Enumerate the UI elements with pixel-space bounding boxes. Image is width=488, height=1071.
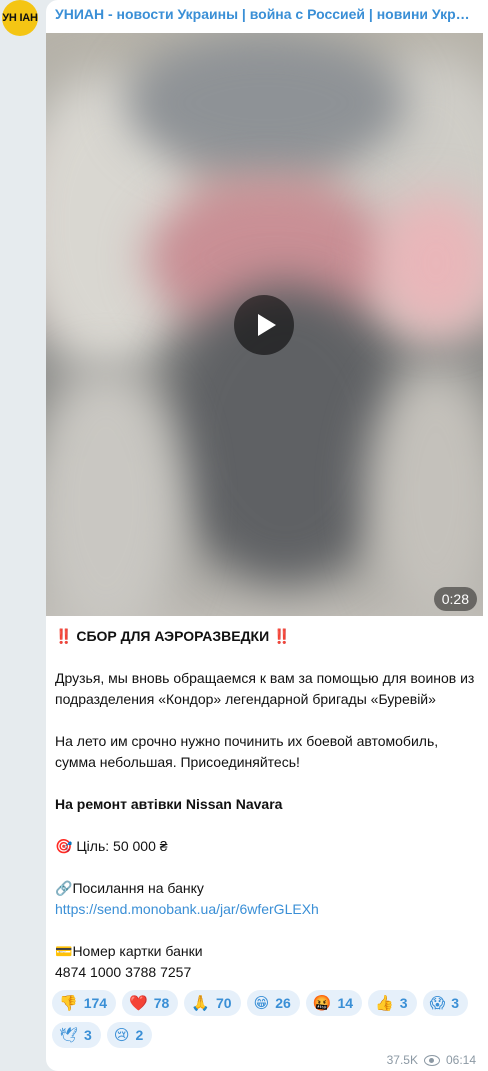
reaction-emoji-icon: 😢 bbox=[113, 1027, 130, 1044]
reaction-pill[interactable]: 😁 26 bbox=[246, 990, 300, 1016]
repair-heading: На ремонт автівки Nissan Navara bbox=[55, 796, 283, 812]
bank-url-link[interactable]: https://send.monobank.ua/jar/6wferGLEXh bbox=[55, 899, 480, 920]
video-preview[interactable]: 0:28 bbox=[46, 33, 483, 616]
reaction-count: 3 bbox=[399, 995, 408, 1011]
goal-line: 🎯 Ціль: 50 000 ₴ bbox=[55, 838, 168, 854]
views-count: 37.5K bbox=[386, 1053, 418, 1067]
reaction-pill[interactable]: 👎 174 bbox=[52, 990, 117, 1016]
reaction-emoji-icon: ❤️ bbox=[129, 995, 148, 1012]
reaction-emoji-icon: 👎 bbox=[59, 995, 78, 1012]
channel-avatar[interactable]: УН ІАН bbox=[2, 0, 38, 36]
reaction-emoji-icon: 🙏 bbox=[191, 995, 210, 1012]
card-label: 💳Номер картки банки bbox=[55, 943, 203, 959]
card-number: 4874 1000 3788 7257 bbox=[55, 964, 192, 980]
message-meta: 37.5K 06:14 bbox=[387, 1053, 476, 1067]
reaction-emoji-icon: 🕊 bbox=[59, 1027, 79, 1044]
reaction-pill[interactable]: ❤️ 78 bbox=[122, 990, 179, 1016]
bank-link-label: 🔗Посилання на банку bbox=[55, 880, 204, 896]
avatar-logo-text: УН ІАН bbox=[2, 12, 38, 24]
play-icon[interactable] bbox=[234, 295, 294, 355]
message-paragraph-2: На лето им срочно нужно починить их боев… bbox=[55, 733, 439, 770]
reaction-pill[interactable]: 🕊 3 bbox=[52, 1022, 101, 1048]
reaction-emoji-icon: 😱 bbox=[429, 995, 446, 1012]
reaction-count: 2 bbox=[135, 1027, 144, 1043]
message-bubble: УНИАН - новости Украины | война с Россие… bbox=[46, 0, 488, 1071]
eye-icon bbox=[423, 1054, 440, 1066]
reactions-bar: 👎 174 ❤️ 78 🙏 70 😁 26 🤬 14 👍 3 😱 3 🕊 3 😢 2 bbox=[52, 990, 482, 1048]
reaction-emoji-icon: 🤬 bbox=[312, 995, 332, 1012]
reaction-emoji-icon: 😁 bbox=[253, 995, 270, 1012]
reaction-emoji-icon: 👍 bbox=[375, 995, 394, 1012]
reaction-count: 174 bbox=[83, 995, 108, 1011]
video-duration: 0:28 bbox=[433, 587, 477, 611]
reaction-count: 14 bbox=[337, 995, 354, 1011]
link-icon: 🔗 bbox=[55, 880, 73, 896]
message-time: 06:14 bbox=[445, 1053, 476, 1067]
reaction-pill[interactable]: 😢 2 bbox=[106, 1022, 153, 1048]
target-icon: 🎯 bbox=[55, 838, 73, 854]
channel-name[interactable]: УНИАН - новости Украины | война с Россие… bbox=[55, 6, 475, 22]
reaction-count: 70 bbox=[216, 995, 232, 1011]
reaction-pill[interactable]: 🤬 14 bbox=[305, 990, 363, 1016]
reaction-pill[interactable]: 🙏 70 bbox=[184, 990, 241, 1016]
reaction-pill[interactable]: 😱 3 bbox=[422, 990, 468, 1016]
message-title: ‼️ СБОР ДЛЯ АЭРОРАЗВЕДКИ ‼️ bbox=[55, 628, 291, 644]
card-icon: 💳 bbox=[55, 943, 73, 959]
message-paragraph-1: Друзья, мы вновь обращаемся к вам за пом… bbox=[55, 670, 475, 707]
reaction-pill[interactable]: 👍 3 bbox=[368, 990, 417, 1016]
reaction-count: 3 bbox=[84, 1027, 92, 1043]
message-text: ‼️ СБОР ДЛЯ АЭРОРАЗВЕДКИ ‼️ Друзья, мы в… bbox=[55, 626, 480, 983]
reaction-count: 3 bbox=[451, 995, 459, 1011]
reaction-count: 78 bbox=[153, 995, 170, 1011]
reaction-count: 26 bbox=[275, 995, 291, 1011]
